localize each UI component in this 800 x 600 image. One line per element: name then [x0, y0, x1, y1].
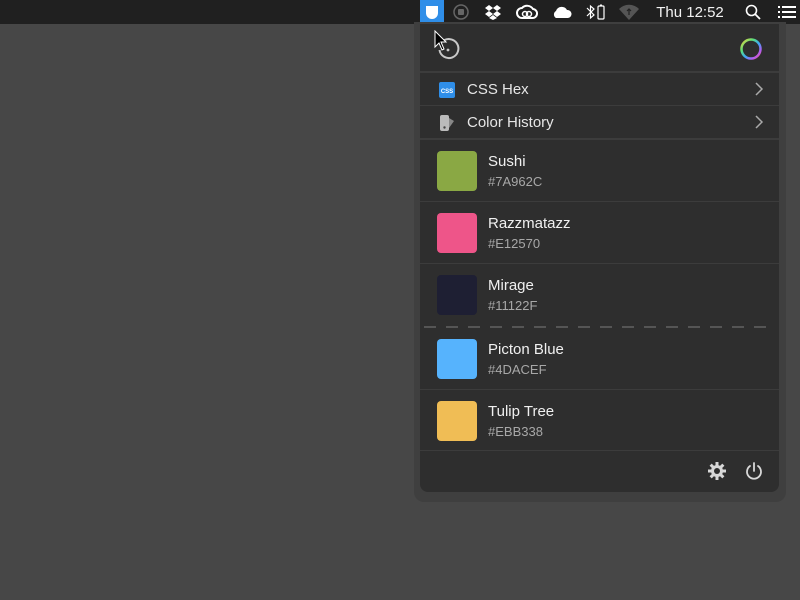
search-icon: [745, 4, 761, 20]
color-hex: #EBB338: [488, 424, 543, 439]
color-name: Mirage: [488, 277, 534, 294]
creative-cloud-item[interactable]: [515, 0, 539, 24]
wifi-icon: [619, 4, 639, 20]
bluetooth-battery-item[interactable]: [584, 0, 608, 24]
power-icon[interactable]: [744, 461, 764, 481]
popover-footer: [420, 450, 779, 492]
color-item[interactable]: Mirage #11122F: [420, 264, 779, 326]
icloud-icon: [553, 6, 572, 18]
color-item[interactable]: Tulip Tree #EBB338: [420, 390, 779, 452]
color-hex: #4DACEF: [488, 362, 547, 377]
popover-header: [420, 24, 779, 73]
wifi-item[interactable]: [617, 0, 641, 24]
color-item[interactable]: Sushi #7A962C: [420, 140, 779, 202]
creative-cloud-icon: [516, 4, 538, 19]
spotlight-item[interactable]: [742, 0, 764, 24]
color-name: Razzmatazz: [488, 215, 571, 232]
color-item[interactable]: Picton Blue #4DACEF: [420, 328, 779, 390]
record-icon: [453, 4, 469, 20]
svg-text:CSS: CSS: [441, 89, 453, 95]
color-swatch: [437, 401, 477, 441]
mouse-cursor: [434, 30, 448, 51]
app-status-item[interactable]: [420, 0, 444, 24]
notification-center-icon: [778, 6, 796, 18]
chevron-right-icon: [755, 82, 764, 96]
color-hex: #E12570: [488, 236, 541, 251]
color-hex: #11122F: [488, 298, 538, 313]
menu-item-label: Color History: [467, 113, 554, 131]
dropbox-item[interactable]: [482, 0, 504, 24]
bluetooth-icon: [586, 4, 605, 20]
color-name: Sushi: [488, 153, 526, 170]
color-name: Picton Blue: [488, 341, 564, 358]
color-swatch: [437, 213, 477, 253]
chevron-right-icon: [755, 115, 764, 129]
color-hex: #7A962C: [488, 174, 543, 189]
record-item[interactable]: [450, 0, 472, 24]
app-status-icon: [426, 6, 438, 19]
menubar-clock[interactable]: Thu 12:52: [652, 0, 728, 24]
gear-icon[interactable]: [707, 461, 727, 481]
icloud-item[interactable]: [550, 0, 574, 24]
menu-item-color-history[interactable]: Color History: [420, 106, 779, 140]
notification-center-item[interactable]: [776, 0, 798, 24]
color-picker-popover: CSS CSS Hex Color History Sushi #7A962C …: [420, 24, 779, 492]
color-swatch: [437, 275, 477, 315]
color-swatch: [437, 151, 477, 191]
css-icon: CSS: [439, 82, 455, 98]
color-wheel-icon[interactable]: [739, 37, 763, 61]
swatch-book-icon: [440, 115, 454, 131]
color-swatch: [437, 339, 477, 379]
menu-item-css-hex[interactable]: CSS CSS Hex: [420, 73, 779, 106]
color-name: Tulip Tree: [488, 403, 555, 420]
menu-bar: Thu 12:52: [0, 0, 800, 24]
menu-item-label: CSS Hex: [467, 80, 529, 98]
dropbox-icon: [485, 5, 501, 20]
color-item[interactable]: Razzmatazz #E12570: [420, 202, 779, 264]
